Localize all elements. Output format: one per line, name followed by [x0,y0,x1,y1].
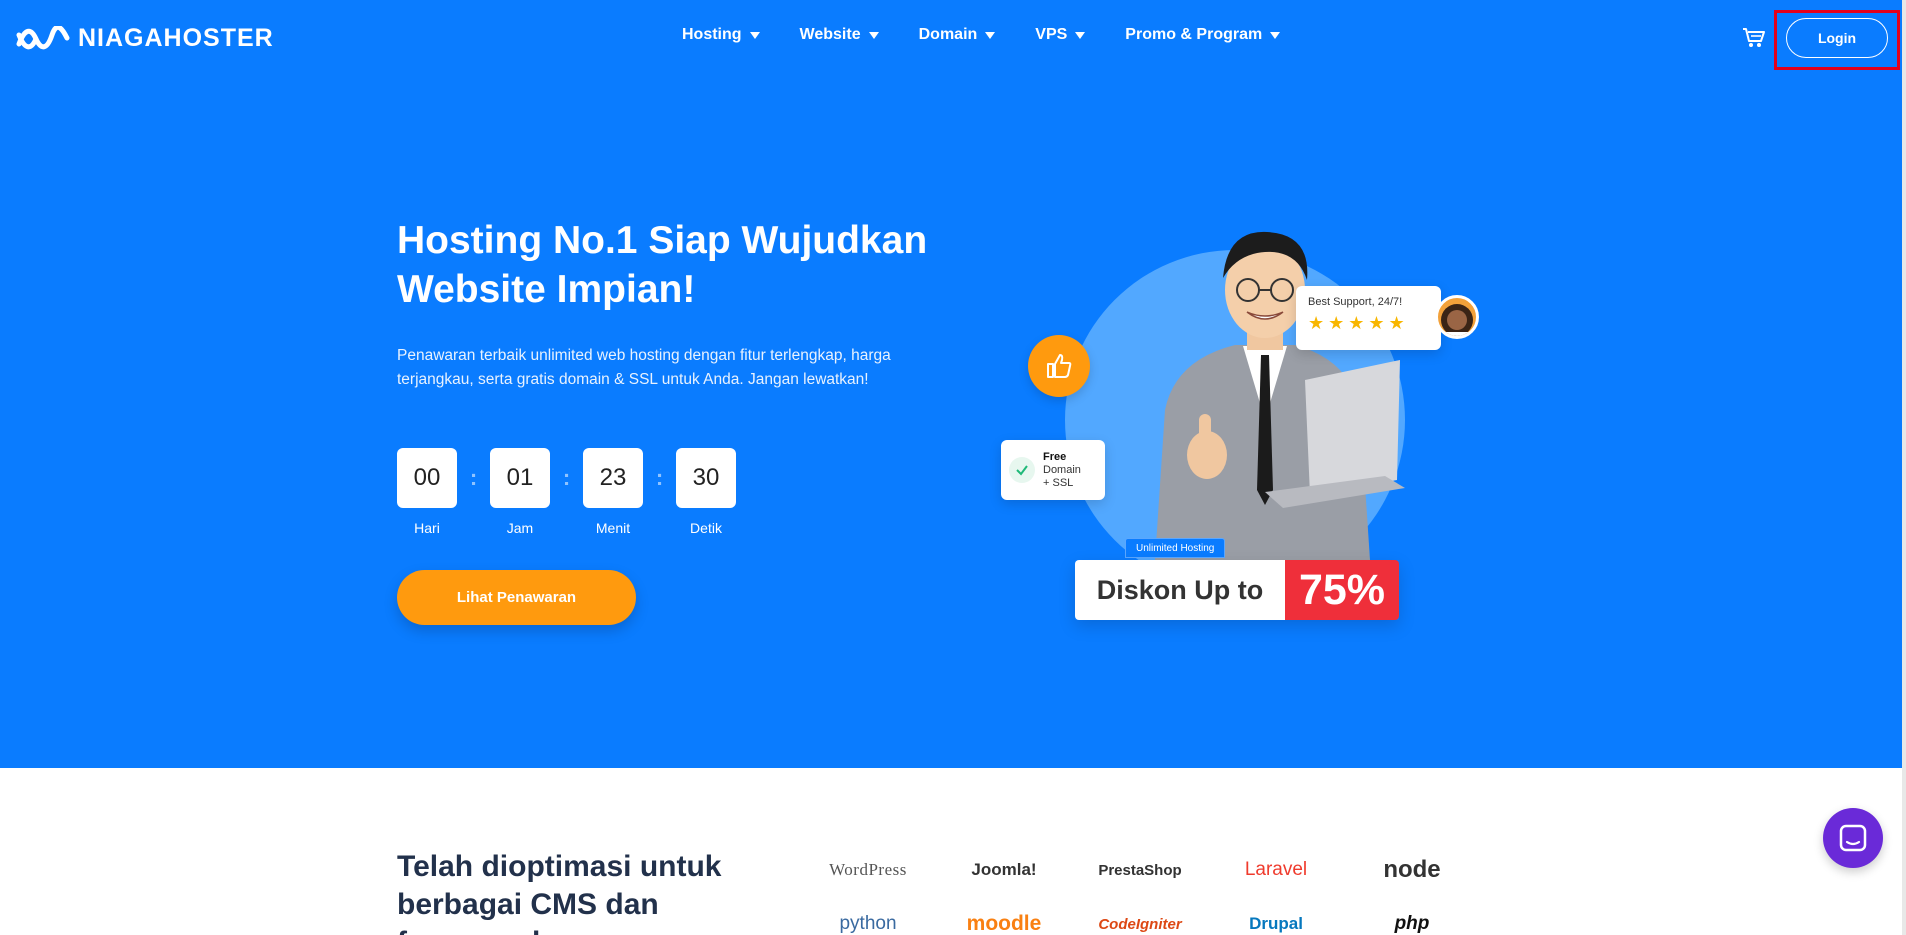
ssl-line1: Free [1043,450,1067,463]
nav-promo-label: Promo & Program [1125,26,1263,43]
unlimited-hosting-tag: Unlimited Hosting [1125,538,1226,558]
free-domain-ssl-card: Free Domain + SSL [1001,440,1105,500]
countdown-separator: : [655,465,664,490]
cart-icon[interactable] [1742,27,1766,49]
php-logo: php [1394,913,1430,934]
nav-domain[interactable]: Domain [919,26,996,44]
person-with-laptop-image [1155,231,1405,560]
check-icon [1009,457,1035,483]
thumbs-up-icon [1028,335,1090,397]
countdown-value: 30 [676,448,736,508]
countdown-value: 01 [490,448,550,508]
lihat-penawaran-button[interactable]: Lihat Penawaran [397,570,636,625]
laravel-logo: Laravel [1244,859,1308,880]
hero-description: Penawaran terbaik unlimited web hosting … [397,347,891,388]
niagahoster-logo-icon [16,25,70,49]
main-nav: Hosting Website Domain VPS Promo & Progr… [682,26,1320,44]
drupal-logo: Drupal [1249,914,1303,933]
countdown-label: Hari [414,520,440,536]
countdown-hours: 01 Jam [490,448,550,536]
chat-widget-button[interactable] [1823,808,1883,868]
wordpress-logo: WordPress [829,860,907,879]
ssl-line2: Domain [1043,463,1081,476]
python-logo: python [839,913,897,934]
chevron-down-icon [985,31,996,39]
hero-illustration: Best Support, 24/7! ★★★★★ Free Domain + … [995,220,1485,640]
ssl-text: Free Domain + SSL [1043,451,1081,490]
nav-hosting-label: Hosting [682,26,742,43]
scrollbar[interactable] [1902,0,1906,935]
support-text: Best Support, 24/7! [1308,296,1403,308]
logo-text: NIAGAHOSTER [78,24,274,52]
discount-banner: Diskon Up to 75% [1075,560,1399,620]
countdown-separator: : [469,465,478,490]
ssl-line3: + SSL [1043,476,1074,489]
nodejs-logo: node [1383,856,1441,883]
prestashop-logo: PrestaShop [1098,861,1182,879]
countdown-label: Detik [690,520,722,536]
nav-hosting[interactable]: Hosting [682,26,760,44]
countdown-separator: : [562,465,571,490]
chat-icon [1839,824,1867,852]
hero-title: Hosting No.1 Siap Wujudkan Website Impia… [397,219,928,311]
countdown-timer: 00 Hari : 01 Jam : 23 Menit : 30 Detik [397,448,736,536]
support-avatar [1435,295,1479,339]
nav-vps[interactable]: VPS [1035,26,1086,44]
discount-value: 75% [1285,560,1399,620]
countdown-value: 00 [397,448,457,508]
countdown-days: 00 Hari [397,448,457,536]
chevron-down-icon [749,31,760,39]
nav-website[interactable]: Website [800,26,879,44]
countdown-label: Jam [506,520,534,536]
nav-vps-label: VPS [1035,26,1068,43]
countdown-value: 23 [583,448,643,508]
countdown-seconds: 30 Detik [676,448,736,536]
chevron-down-icon [1270,31,1281,39]
hero-section [0,0,1902,768]
nav-promo[interactable]: Promo & Program [1125,26,1281,44]
countdown-label: Menit [595,520,631,536]
chevron-down-icon [1075,31,1086,39]
rating-stars-icon: ★★★★★ [1308,313,1409,333]
chevron-down-icon [868,31,879,39]
countdown-minutes: 23 Menit [583,448,643,536]
login-button[interactable]: Login [1786,18,1888,58]
cms-logo-grid: WordPress Joomla! PrestaShop Laravel nod… [800,850,1480,935]
nav-website-label: Website [799,26,861,43]
codeigniter-logo: CodeIgniter [1098,915,1182,933]
support-card: Best Support, 24/7! ★★★★★ [1296,286,1441,350]
brand-logo[interactable]: NIAGAHOSTER [16,24,274,53]
discount-text: Diskon Up to [1075,560,1285,620]
nav-domain-label: Domain [918,26,978,43]
cms-section-title: Telah dioptimasi untuk berbagai CMS dan … [397,850,722,935]
moodle-logo: moodle [966,912,1042,935]
joomla-logo: Joomla! [971,860,1037,879]
